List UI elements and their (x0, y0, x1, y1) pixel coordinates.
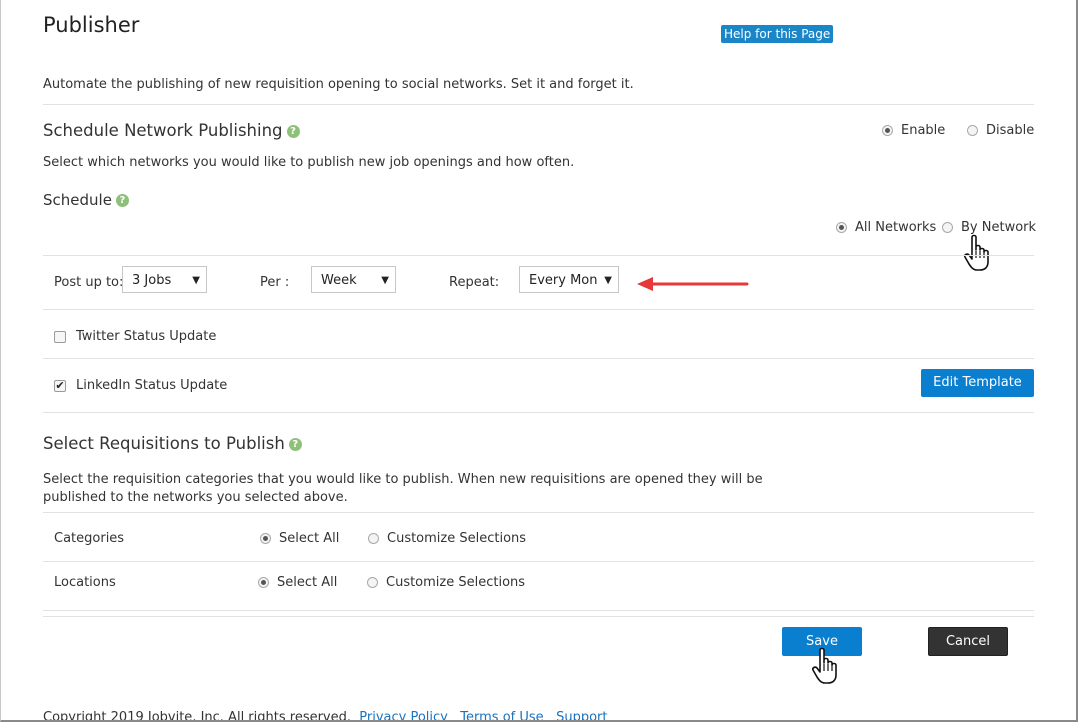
categories-label: Categories (54, 531, 125, 546)
privacy-policy-link[interactable]: Privacy Policy (359, 710, 448, 720)
disable-radio-option[interactable]: Disable (967, 123, 1034, 138)
publisher-page: Publisher Help for this Page Automate th… (0, 0, 1078, 722)
locations-customize-radio[interactable] (367, 577, 378, 588)
page-description: Automate the publishing of new requisiti… (43, 77, 634, 92)
enable-label: Enable (901, 123, 946, 138)
linkedin-label: LinkedIn Status Update (76, 378, 228, 393)
disable-label: Disable (986, 123, 1035, 138)
requisitions-title: Select Requisitions to Publish (43, 434, 285, 453)
repeat-value: Every Mon (529, 273, 598, 288)
post-up-to-label: Post up to: (54, 275, 124, 290)
locations-customize-option[interactable]: Customize Selections (367, 575, 525, 590)
categories-customize-option[interactable]: Customize Selections (368, 531, 526, 546)
divider (43, 610, 1034, 611)
all-networks-label: All Networks (855, 220, 937, 235)
by-network-label: By Network (961, 220, 1037, 235)
linkedin-checkbox[interactable]: ✔ (54, 379, 66, 392)
divider (43, 104, 1034, 105)
schedule-publishing-description: Select which networks you would like to … (43, 155, 575, 170)
schedule-heading: Schedule? (43, 191, 129, 209)
hand-cursor-icon (812, 647, 837, 684)
locations-customize-label: Customize Selections (386, 575, 526, 590)
twitter-checkbox[interactable] (54, 330, 66, 343)
by-network-radio[interactable] (942, 222, 953, 233)
locations-select-all-radio[interactable] (258, 577, 269, 588)
divider (43, 412, 1034, 413)
divider (43, 255, 1034, 256)
all-networks-radio[interactable] (836, 222, 847, 233)
divider (43, 358, 1034, 359)
categories-select-all-option[interactable]: Select All (260, 531, 339, 546)
dropdown-arrow-icon: ▼ (192, 275, 200, 286)
cancel-button[interactable]: Cancel (928, 627, 1008, 656)
twitter-option[interactable]: Twitter Status Update (54, 329, 216, 344)
locations-label: Locations (54, 575, 116, 590)
help-question-icon[interactable]: ? (288, 438, 302, 451)
per-value: Week (321, 273, 357, 288)
divider (43, 512, 1034, 513)
per-label: Per : (260, 275, 290, 290)
repeat-label: Repeat: (449, 275, 500, 290)
categories-select-all-radio[interactable] (260, 533, 271, 544)
help-button[interactable]: Help for this Page (721, 25, 834, 43)
requisitions-description-line2: published to the networks you selected a… (43, 490, 348, 505)
divider (43, 616, 1034, 617)
all-networks-option[interactable]: All Networks (836, 220, 936, 235)
by-network-option[interactable]: By Network (942, 220, 1036, 235)
help-question-icon[interactable]: ? (286, 125, 300, 138)
twitter-label: Twitter Status Update (76, 329, 217, 344)
requisitions-description-line1: Select the requisition categories that y… (43, 472, 763, 487)
hand-cursor-icon (964, 234, 989, 271)
help-question-icon[interactable]: ? (115, 194, 129, 207)
schedule-publishing-heading: Schedule Network Publishing? (43, 121, 300, 140)
annotation-arrow-icon (637, 277, 749, 291)
dropdown-arrow-icon: ▼ (604, 275, 612, 286)
page-title: Publisher (43, 13, 140, 37)
edit-template-button[interactable]: Edit Template (921, 369, 1034, 397)
repeat-select[interactable]: Every Mon ▼ (519, 266, 619, 293)
locations-select-all-option[interactable]: Select All (258, 575, 337, 590)
divider (43, 561, 1034, 562)
categories-customize-radio[interactable] (368, 533, 379, 544)
categories-customize-label: Customize Selections (387, 531, 527, 546)
per-select[interactable]: Week ▼ (311, 266, 396, 293)
post-up-to-value: 3 Jobs (132, 273, 172, 288)
copyright-text: Copyright 2019 Jobvite, Inc. All rights … (43, 710, 352, 722)
requisitions-heading: Select Requisitions to Publish? (43, 434, 302, 453)
schedule-title: Schedule (43, 191, 112, 209)
schedule-publishing-title: Schedule Network Publishing (43, 121, 283, 140)
support-link[interactable]: Support (556, 710, 607, 720)
locations-select-all-label: Select All (277, 575, 338, 590)
terms-of-use-link[interactable]: Terms of Use (460, 710, 543, 720)
enable-radio[interactable] (882, 125, 893, 136)
dropdown-arrow-icon: ▼ (381, 275, 389, 286)
footer: Copyright 2019 Jobvite, Inc. All rights … (43, 710, 607, 722)
divider (43, 309, 1034, 310)
linkedin-option[interactable]: ✔ LinkedIn Status Update (54, 378, 227, 393)
enable-radio-option[interactable]: Enable (882, 123, 945, 138)
post-up-to-select[interactable]: 3 Jobs ▼ (122, 266, 207, 293)
disable-radio[interactable] (967, 125, 978, 136)
categories-select-all-label: Select All (279, 531, 340, 546)
